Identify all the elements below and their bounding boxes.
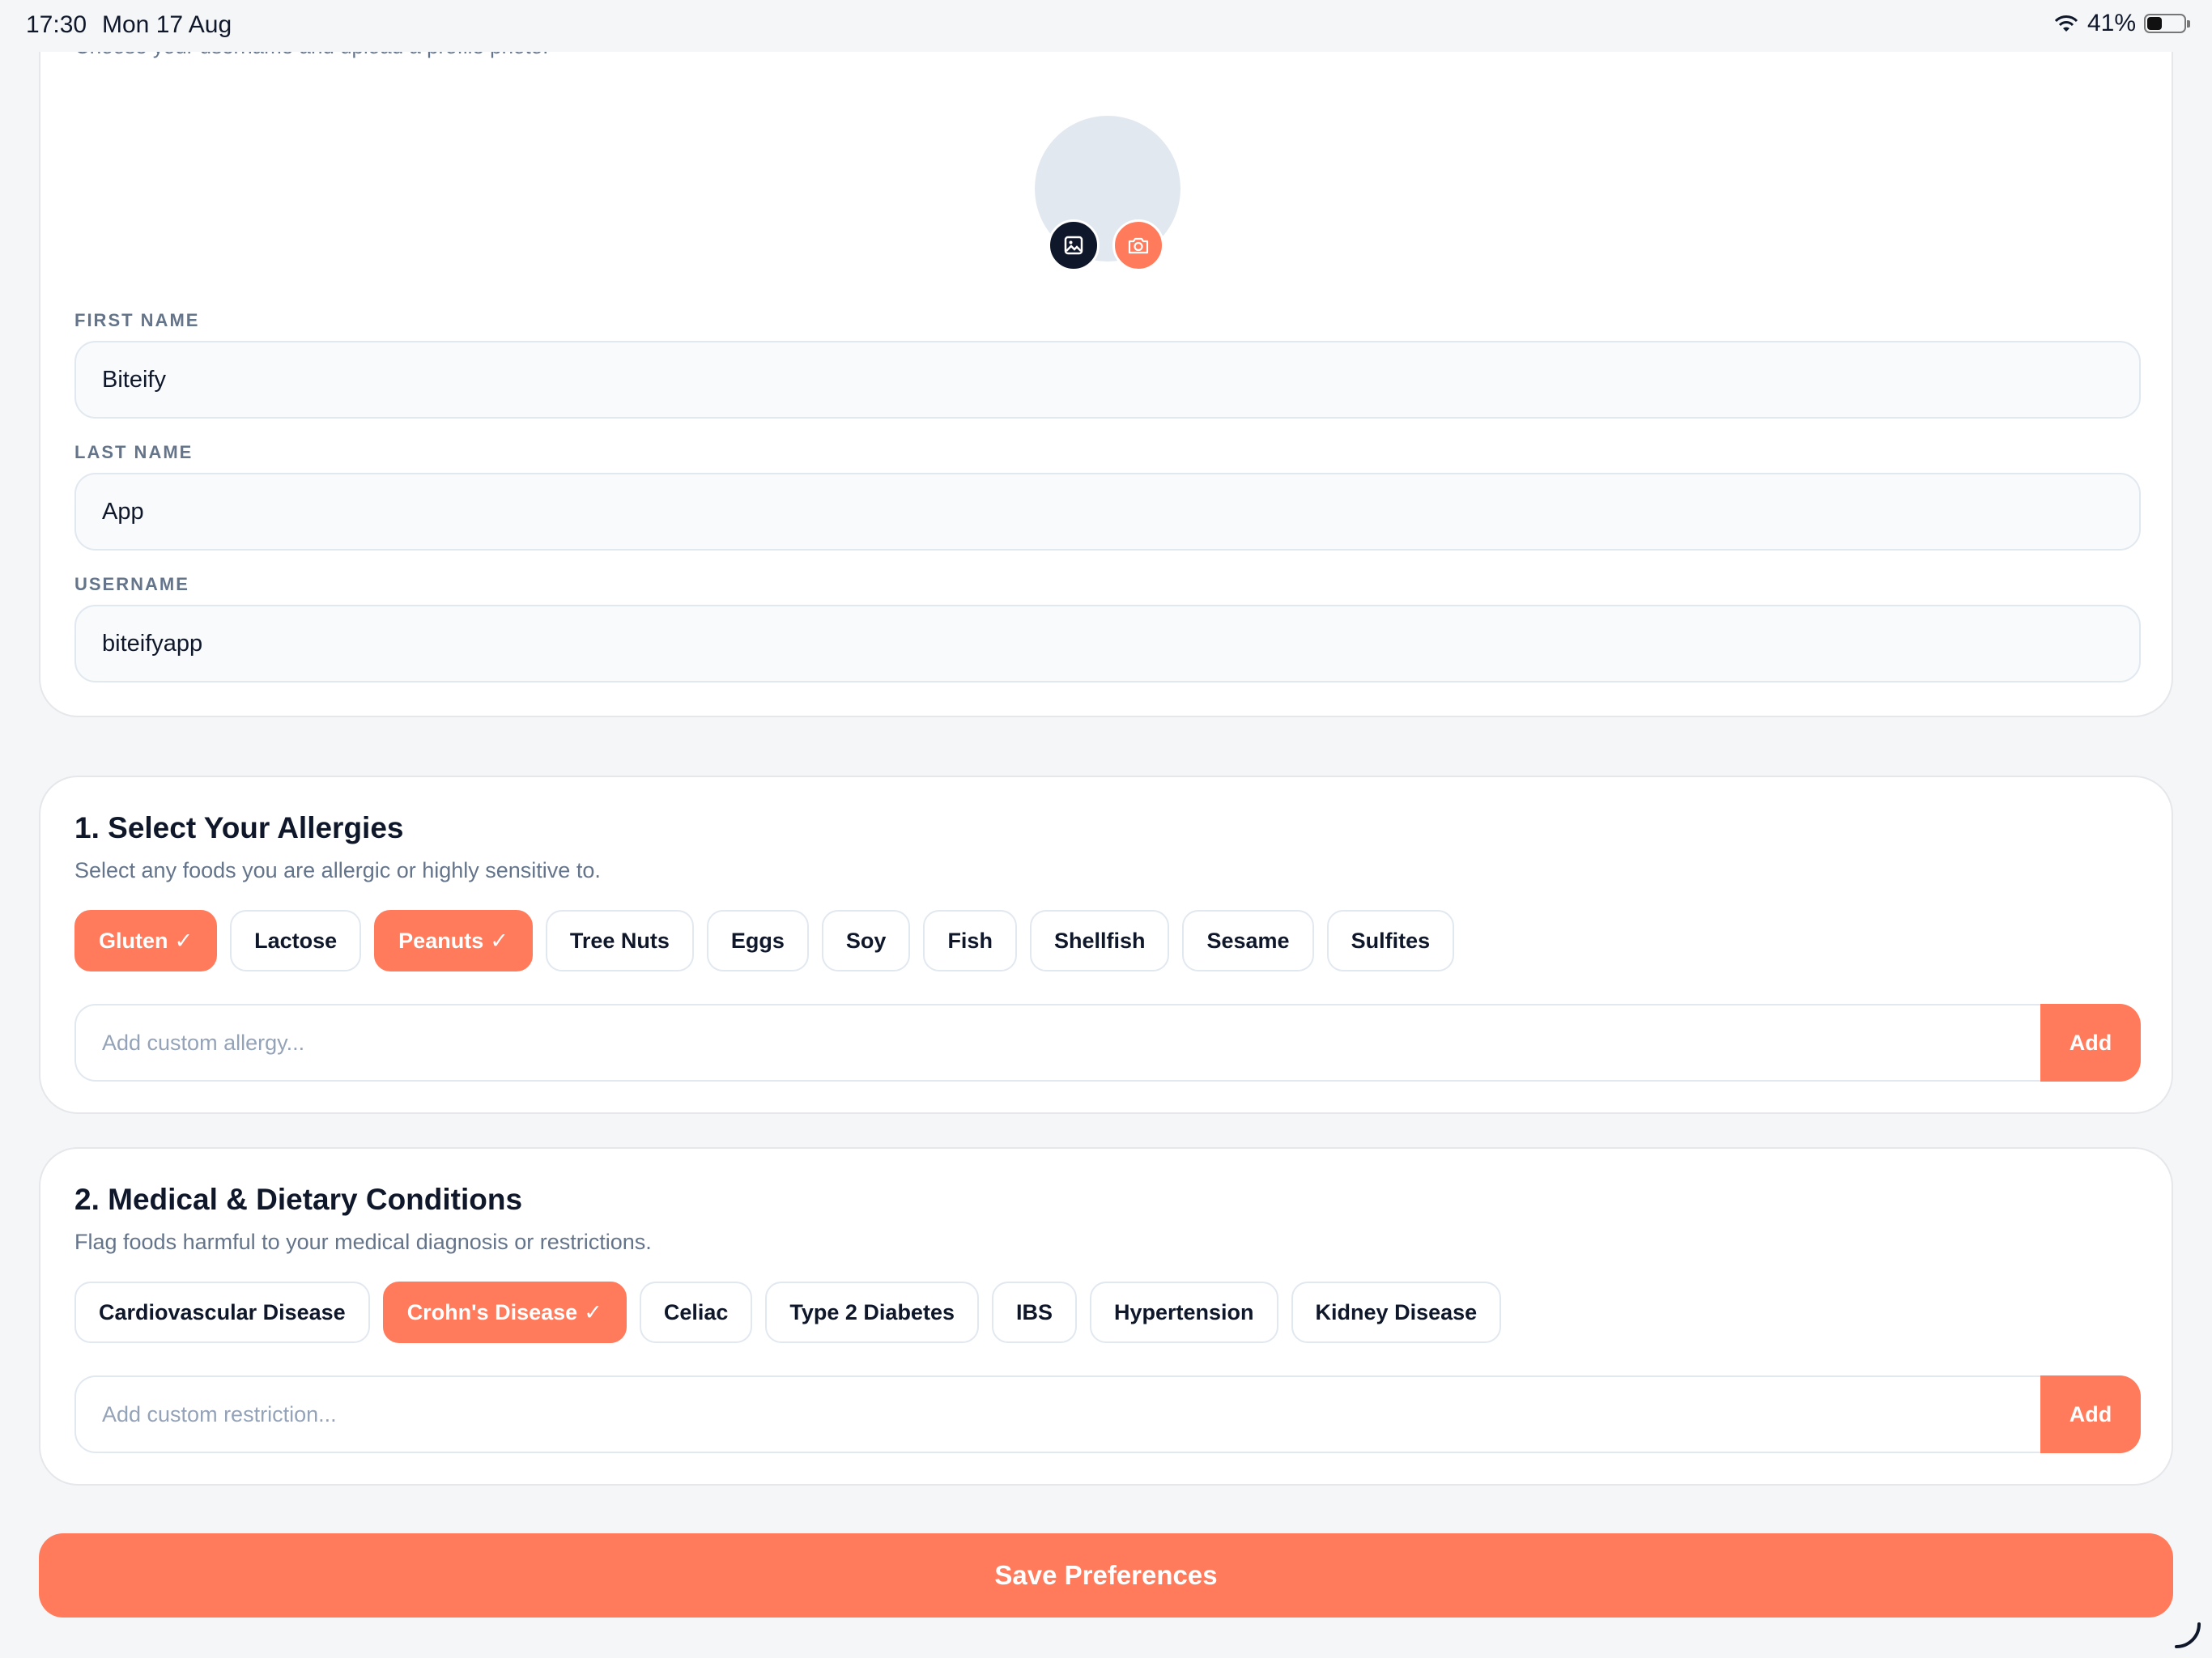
battery-percent: 41% [2087, 10, 2136, 36]
chip-label: Type 2 Diabetes [789, 1299, 955, 1324]
chip-celiac[interactable]: Celiac [639, 1282, 753, 1343]
chip-lactose[interactable]: Lactose [230, 910, 362, 971]
custom-restriction-input[interactable] [74, 1375, 2040, 1453]
custom-allergy-input[interactable] [74, 1004, 2040, 1082]
custom-allergy-row: Add [74, 1004, 2141, 1082]
chip-soy[interactable]: Soy [821, 910, 911, 971]
chip-label: Tree Nuts [569, 928, 670, 953]
conditions-card: 2. Medical & Dietary Conditions Flag foo… [39, 1147, 2173, 1486]
chip-eggs[interactable]: Eggs [706, 910, 809, 971]
first-name-input[interactable] [74, 341, 2141, 419]
checkmark-icon: ✓ [490, 928, 508, 953]
chip-shellfish[interactable]: Shellfish [1029, 910, 1170, 971]
chip-hypertension[interactable]: Hypertension [1090, 1282, 1278, 1343]
allergies-description: Select any foods you are allergic or hig… [74, 858, 601, 882]
chip-sulfites[interactable]: Sulfites [1326, 910, 1455, 971]
first-name-label: FIRST NAME [74, 310, 200, 330]
chip-label: IBS [1015, 1299, 1053, 1324]
profile-card: Choose your username and upload a profil… [39, 0, 2173, 717]
chip-label: Shellfish [1053, 928, 1146, 953]
chip-kidney-disease[interactable]: Kidney Disease [1291, 1282, 1502, 1343]
chip-label: Fish [947, 928, 993, 953]
chip-label: Sesame [1206, 928, 1290, 953]
allergy-chip-list: Gluten ✓ Lactose Peanuts ✓ Tree Nuts Eggs Soy Fi… [74, 910, 1455, 971]
conditions-description: Flag foods harmful to your medical diagn… [74, 1230, 652, 1254]
custom-restriction-row: Add [74, 1375, 2141, 1453]
status-date: Mon 17 Aug [102, 11, 232, 38]
chip-peanuts[interactable]: Peanuts ✓ [374, 910, 533, 971]
chip-fish[interactable]: Fish [923, 910, 1017, 971]
username-input[interactable] [74, 605, 2141, 682]
chip-label: Hypertension [1114, 1299, 1254, 1324]
chip-ibs[interactable]: IBS [991, 1282, 1077, 1343]
checkmark-icon: ✓ [174, 928, 194, 953]
last-name-input[interactable] [74, 473, 2141, 551]
gallery-button[interactable] [1048, 219, 1100, 271]
chip-gluten[interactable]: Gluten ✓ [74, 910, 218, 971]
status-bar: 17:30 Mon 17 Aug 41% [0, 0, 2212, 52]
allergies-card: 1. Select Your Allergies Select any food… [39, 776, 2173, 1114]
checkmark-icon: ✓ [584, 1299, 602, 1324]
chip-label: Soy [845, 928, 887, 953]
chip-label: Cardiovascular Disease [99, 1299, 346, 1324]
conditions-title: 2. Medical & Dietary Conditions [74, 1183, 523, 1216]
status-right: 41% [2053, 10, 2190, 37]
chip-crohn-s-disease[interactable]: Crohn's Disease ✓ [382, 1282, 627, 1343]
condition-chip-list: Cardiovascular Disease Crohn's Disease ✓ Ce… [74, 1282, 1502, 1343]
chip-sesame[interactable]: Sesame [1182, 910, 1314, 971]
save-preferences-button[interactable]: Save Preferences [39, 1533, 2173, 1618]
last-name-label: LAST NAME [74, 442, 194, 462]
status-time: 17:30 [26, 11, 87, 38]
chip-label: Celiac [663, 1299, 729, 1324]
chip-type-2-diabetes[interactable]: Type 2 Diabetes [765, 1282, 979, 1343]
username-label: USERNAME [74, 574, 189, 594]
image-icon [1064, 236, 1083, 255]
chip-label: Peanuts [398, 928, 484, 953]
chip-label: Sulfites [1351, 928, 1431, 953]
avatar-upload [1035, 116, 1180, 278]
chip-tree-nuts[interactable]: Tree Nuts [545, 910, 694, 971]
chip-cardiovascular-disease[interactable]: Cardiovascular Disease [74, 1282, 370, 1343]
chip-label: Lactose [254, 928, 338, 953]
allergies-title: 1. Select Your Allergies [74, 811, 404, 844]
chip-label: Kidney Disease [1315, 1299, 1478, 1324]
battery-fill [2147, 17, 2163, 30]
chip-label: Gluten [99, 928, 168, 953]
camera-button[interactable] [1112, 219, 1164, 271]
chip-label: Eggs [730, 928, 785, 953]
add-allergy-button[interactable]: Add [2040, 1004, 2141, 1082]
resize-handle-icon[interactable] [2172, 1619, 2204, 1652]
wifi-icon [2054, 15, 2078, 32]
add-restriction-button[interactable]: Add [2040, 1375, 2141, 1453]
camera-icon [1128, 237, 1149, 254]
chip-label: Crohn's Disease [406, 1299, 578, 1324]
battery-icon [2144, 14, 2190, 33]
